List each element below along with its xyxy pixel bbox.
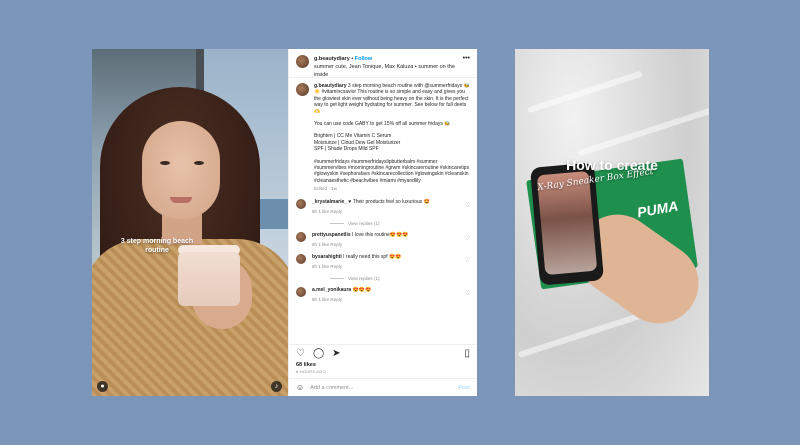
caption-line-2: You can use code GABY to get 15% off all…: [314, 121, 451, 128]
comment-avatar[interactable]: [296, 253, 306, 264]
caption-avatar[interactable]: [296, 83, 309, 96]
comment-avatar[interactable]: [296, 198, 306, 209]
comment-meta[interactable]: 8h 1 like Reply: [312, 263, 457, 270]
caption-meta: Edited · 1w: [314, 186, 337, 192]
comment-text: ♥ Their products feel so luxurious 🤩: [348, 198, 430, 205]
reel-thumbnail[interactable]: PUMA How to create X-Ray Sneaker Box Eff…: [515, 49, 709, 396]
like-comment-icon[interactable]: ♡: [465, 202, 470, 209]
right-eye: [194, 161, 204, 165]
product-1: Brighten | CC Me Vitamin C Serum: [314, 133, 392, 140]
separator-dot: •: [351, 56, 354, 62]
action-bar: ♡ ◯ ➤ ▯: [289, 344, 477, 362]
more-options-icon[interactable]: •••: [463, 55, 470, 63]
comment-username[interactable]: a.mel_yonikaura: [312, 287, 351, 293]
heart-icon[interactable]: ♡: [296, 348, 305, 359]
comment-username[interactable]: bysarahighti: [312, 254, 342, 260]
emoji-icon[interactable]: ☺: [296, 383, 304, 392]
like-comment-icon[interactable]: ♡: [465, 257, 470, 264]
face: [142, 121, 220, 219]
comment: bysarahighti I really need this spf 😍😍 8…: [296, 253, 470, 270]
comment-text: 😍😍😍: [352, 286, 372, 293]
like-comment-icon[interactable]: ♡: [465, 290, 470, 297]
comment-avatar[interactable]: [296, 286, 306, 297]
caption-text: g.beautydiary 3 step morning beach routi…: [314, 83, 470, 193]
post-comment-button[interactable]: Post: [458, 385, 470, 391]
audio-icon[interactable]: ♪: [271, 381, 282, 392]
caption-hashtags[interactable]: #summerfridays #summerfridayslipbutterba…: [314, 159, 470, 185]
caption-products: Brighten | CC Me Vitamin C Serum Moistur…: [314, 133, 470, 152]
sheet-fold: [577, 107, 709, 157]
cream-jar: [178, 252, 240, 306]
left-eye: [160, 161, 170, 165]
reel-title: How to create: [566, 157, 658, 173]
view-replies[interactable]: View replies (1): [330, 276, 470, 281]
comment: _krystalmarie_ ♥ Their products feel so …: [296, 198, 470, 215]
post-time: 8 HOURS AGO: [296, 369, 326, 374]
comment-meta[interactable]: 8h 1 like Reply: [312, 208, 457, 215]
caption: g.beautydiary 3 step morning beach routi…: [296, 83, 470, 193]
view-replies[interactable]: View replies (1): [330, 221, 470, 226]
sheet-fold: [527, 70, 643, 114]
product-2: Moisturize | Cloud Dew Gel Moisturizer: [314, 139, 401, 146]
post-header: g.beautydiary • Follow summer cute, Jean…: [289, 49, 477, 78]
comment-avatar[interactable]: [296, 231, 306, 242]
user-tag-icon[interactable]: ●: [97, 381, 108, 392]
comment-meta[interactable]: 8h 1 like Reply: [312, 241, 457, 248]
share-icon[interactable]: ➤: [332, 348, 340, 359]
comment-text: I really need this spf 😍😍: [343, 253, 402, 260]
comment-text: I love this routine😍😍😍: [352, 231, 409, 238]
comments-section[interactable]: g.beautydiary 3 step morning beach routi…: [289, 78, 477, 344]
comment-username[interactable]: prettyuspanetlis: [312, 232, 351, 238]
post-media[interactable]: 3 step morning beach routine ● ♪: [92, 49, 288, 396]
bookmark-icon[interactable]: ▯: [464, 348, 470, 359]
audio-track[interactable]: summer cute, Jean Tonique, Max Kaluza • …: [314, 64, 455, 78]
instagram-post: 3 step morning beach routine ● ♪ g.beaut…: [92, 49, 477, 396]
comment: prettyuspanetlis I love this routine😍😍😍 …: [296, 231, 470, 248]
comment-username[interactable]: _krystalmarie_: [312, 199, 347, 205]
product-3: SPF | Shade Drops Mild SPF: [314, 146, 379, 153]
comment-icon[interactable]: ◯: [313, 348, 324, 359]
follow-button[interactable]: Follow: [355, 56, 372, 62]
add-comment-input[interactable]: Add a comment...: [310, 385, 353, 391]
add-comment-bar: ☺ Add a comment... Post: [289, 378, 477, 396]
comment: a.mel_yonikaura 😍😍😍 8h 1 like Reply ♡: [296, 286, 470, 303]
header-text: g.beautydiary • Follow summer cute, Jean…: [314, 55, 463, 79]
avatar[interactable]: [296, 55, 309, 68]
comment-meta[interactable]: 8h 1 like Reply: [312, 296, 457, 303]
username[interactable]: g.beautydiary: [314, 56, 350, 62]
post-side-panel: g.beautydiary • Follow summer cute, Jean…: [288, 49, 477, 396]
mouth: [170, 197, 192, 203]
like-comment-icon[interactable]: ♡: [465, 235, 470, 242]
media-overlay-text: 3 step morning beach routine: [120, 238, 194, 254]
